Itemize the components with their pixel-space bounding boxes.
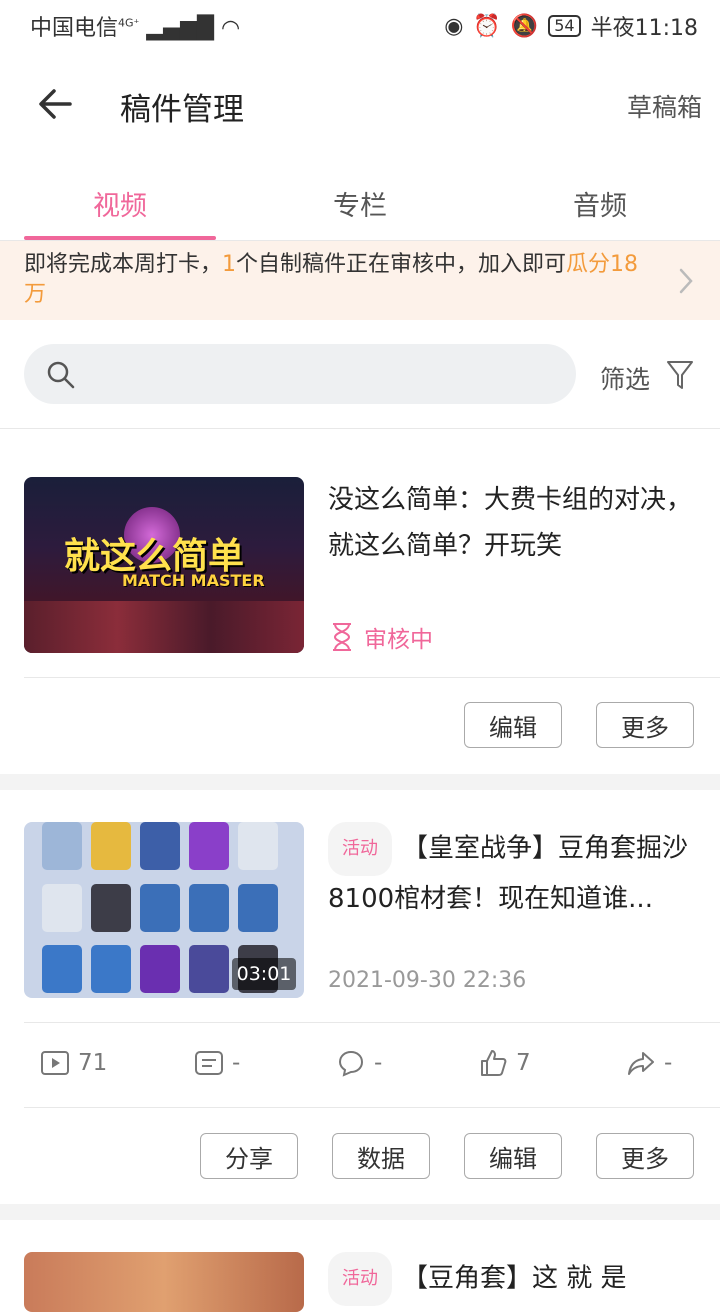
play-icon: [41, 1051, 69, 1075]
share-icon: [628, 1052, 654, 1075]
share-button[interactable]: 分享: [200, 1133, 298, 1179]
eye-icon: ◉: [444, 13, 464, 39]
share-count: -: [626, 1048, 672, 1078]
clock: 半夜11:18: [590, 16, 698, 41]
danmaku-count: -: [194, 1048, 240, 1078]
drafts-button[interactable]: 草稿箱: [627, 88, 702, 124]
wifi-icon: ◠: [221, 16, 241, 41]
chevron-right-icon: [679, 268, 693, 294]
signal-icon: ▂▄▆█: [146, 16, 215, 41]
edit-button[interactable]: 编辑: [464, 702, 562, 748]
carrier-label: 中国电信: [30, 16, 119, 41]
search-input[interactable]: [24, 344, 576, 404]
thumbnail-subcaption: MATCH MASTER: [122, 571, 265, 590]
video-duration: 03:01: [232, 958, 296, 990]
search-icon: [47, 361, 75, 389]
alarm-icon: ⏰: [473, 13, 501, 39]
video-thumbnail[interactable]: 就这么简单 MATCH MASTER: [24, 477, 304, 653]
tab-video[interactable]: 视频: [0, 184, 240, 223]
hourglass-icon: [333, 623, 351, 651]
activity-badge: 活动: [328, 1252, 392, 1306]
activity-badge: 活动: [328, 822, 392, 876]
page-title: 稿件管理: [120, 92, 244, 128]
play-count: 71: [40, 1048, 107, 1078]
back-arrow-icon[interactable]: [34, 82, 78, 126]
data-button[interactable]: 数据: [332, 1133, 430, 1179]
promo-banner-text: 即将完成本周打卡，1个自制稿件正在审核中，加入即可瓜分18万: [24, 252, 639, 307]
comment-icon: [338, 1050, 364, 1077]
video-title[interactable]: 没这么简单：大费卡组的对决，就这么简单？开玩笑: [328, 477, 698, 569]
publish-date: 2021-09-30 22:36: [328, 968, 527, 993]
mute-icon: 🔕: [510, 13, 539, 39]
comment-count: -: [336, 1048, 382, 1078]
filter-icon[interactable]: [665, 358, 695, 392]
tab-audio[interactable]: 音频: [480, 184, 720, 223]
status-bar: 中国电信4G⁺ ▂▄▆█ ◠ ◉ ⏰ 🔕 54 半夜11:18: [0, 0, 720, 50]
thumbs-up-icon: [481, 1050, 507, 1076]
video-title[interactable]: 活动 【皇室战争】豆角套掘沙8100棺材套！现在知道谁...: [328, 822, 698, 922]
like-count: 7: [478, 1048, 531, 1078]
filter-button[interactable]: 筛选: [600, 360, 650, 396]
more-button[interactable]: 更多: [596, 702, 694, 748]
edit-button[interactable]: 编辑: [464, 1133, 562, 1179]
tab-column[interactable]: 专栏: [240, 184, 480, 223]
review-status: 审核中: [330, 620, 433, 654]
more-button[interactable]: 更多: [596, 1133, 694, 1179]
battery-indicator: 54: [548, 15, 581, 37]
video-thumbnail[interactable]: [24, 1252, 304, 1312]
video-title[interactable]: 活动 【豆角套】这 就 是: [328, 1252, 698, 1306]
danmaku-icon: [195, 1051, 223, 1075]
network-label: 4G⁺: [118, 16, 140, 30]
